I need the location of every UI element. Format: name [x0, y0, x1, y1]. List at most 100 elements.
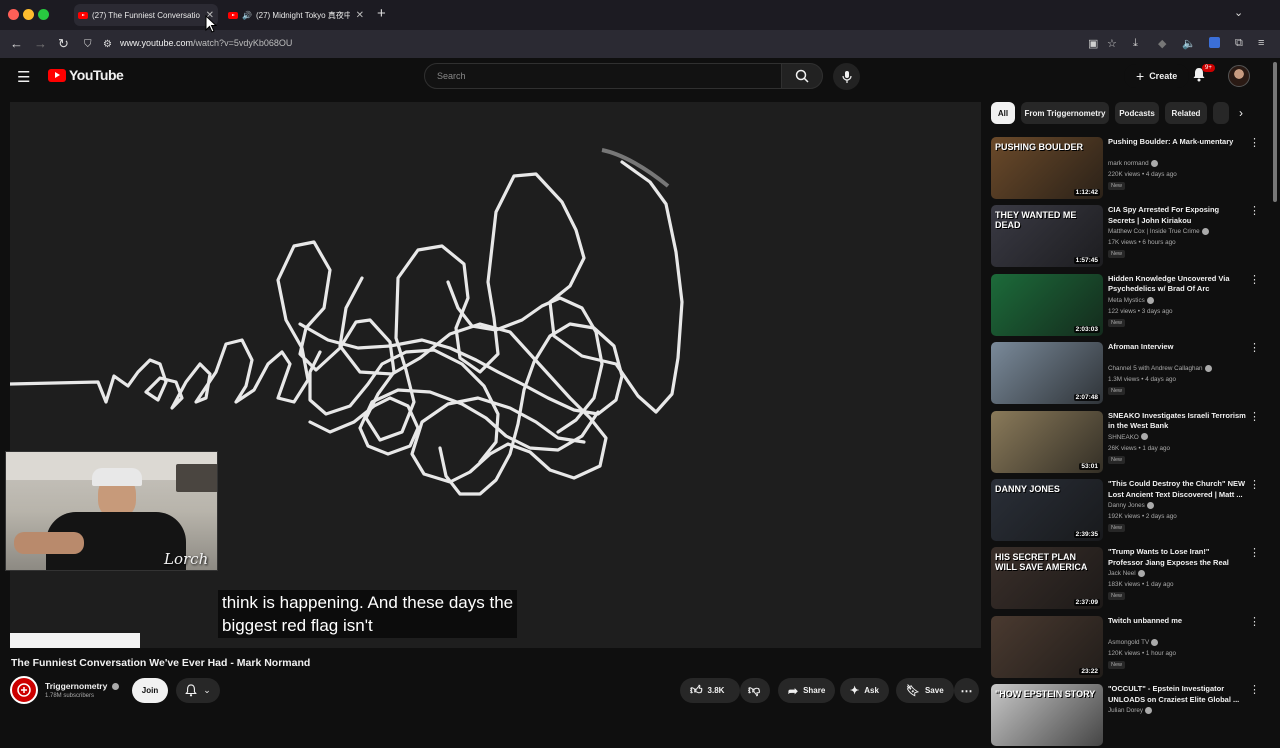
more-vertical-icon[interactable]: ⋮ — [1249, 274, 1260, 285]
voice-search-button[interactable] — [833, 63, 860, 90]
extension-blue-icon[interactable] — [1209, 37, 1220, 48]
video-thumbnail[interactable]: 2:07:48 — [991, 342, 1103, 405]
search-input[interactable]: Search — [424, 63, 782, 89]
channel-name[interactable]: Triggernometry — [45, 681, 120, 691]
browser-menu-icon[interactable]: ≡ — [1258, 37, 1264, 49]
recommendation-channel[interactable]: Jack Neel — [1108, 568, 1145, 579]
video-thumbnail[interactable]: 2:03:03 — [991, 273, 1103, 336]
tab-list-chevron-icon[interactable]: ⌄ — [1234, 6, 1243, 19]
more-vertical-icon[interactable]: ⋮ — [1249, 480, 1260, 491]
share-button[interactable]: ➦ Share — [778, 678, 836, 703]
video-duration: 2:03:03 — [1073, 325, 1100, 333]
recommendation-item[interactable]: PUSHING BOULDER 1:12:42 Pushing Boulder: A… — [991, 137, 1261, 201]
more-vertical-icon[interactable]: ⋮ — [1249, 548, 1260, 559]
minimize-window-button[interactable] — [23, 9, 34, 20]
video-thumbnail[interactable]: 23:22 — [991, 615, 1103, 678]
recommendation-channel[interactable]: Matthew Cox | Inside True Crime — [1108, 226, 1209, 237]
back-arrow-icon[interactable]: ← — [10, 36, 23, 52]
recommendation-item[interactable]: 2:03:03 Hidden Knowledge Uncovered Via Ps… — [991, 273, 1261, 338]
extensions-puzzle-icon[interactable]: ⧉ — [1235, 37, 1243, 50]
hamburger-menu-icon[interactable]: ☰ — [17, 68, 30, 86]
reload-icon[interactable]: ↻ — [58, 36, 69, 52]
recommendation-channel[interactable]: Asmongold TV — [1108, 637, 1159, 648]
video-thumbnail[interactable]: "HOW EPSTEIN STORY — [991, 684, 1103, 747]
recommendation-channel[interactable]: mark normand — [1108, 158, 1158, 169]
thumbnail-text: DANNY JONES — [995, 484, 1060, 494]
recommendation-channel[interactable]: Danny Jones — [1108, 500, 1154, 511]
recommendation-item[interactable]: 53:01 SNEAKO Investigates Israeli Terrori… — [991, 410, 1261, 475]
chevron-right-icon[interactable]: › — [1239, 106, 1243, 120]
recommendation-title[interactable]: Hidden Knowledge Uncovered Via Psychedel… — [1108, 274, 1246, 295]
recommendation-title[interactable]: "OCCULT" - Epstein Investigator UNLOADS … — [1108, 684, 1246, 705]
browser-tab-active[interactable]: (27) The Funniest Conversatio ✕ — [74, 4, 218, 26]
video-duration: 23:22 — [1079, 667, 1100, 675]
recommendation-item[interactable]: "HOW EPSTEIN STORY "OCCULT" - Epstein Inv… — [991, 684, 1261, 748]
subscribed-bell-button[interactable]: ⌄ — [176, 678, 220, 703]
recommendation-item[interactable]: HIS SECRET PLAN WILL SAVE AMERICA 2:37:09… — [991, 547, 1261, 611]
chip-related[interactable]: Related — [1165, 102, 1207, 124]
bookmark-star-icon[interactable]: ☆ — [1107, 37, 1117, 50]
address-bar[interactable]: www.youtube.com/watch?v=5vdyKb068OU — [120, 38, 292, 48]
recommendation-channel[interactable]: Channel 5 with Andrew Callaghan — [1108, 363, 1212, 374]
mute-icon[interactable]: 🔈 — [1182, 37, 1196, 50]
create-button[interactable]: + Create — [1124, 64, 1190, 88]
speaker-icon[interactable]: 🔊 — [242, 11, 252, 20]
recommendation-title[interactable]: CIA Spy Arrested For Exposing Secrets | … — [1108, 205, 1246, 226]
new-tab-button[interactable]: + — [377, 5, 386, 22]
recommendation-title[interactable]: SNEAKO Investigates Israeli Terrorism in… — [1108, 411, 1246, 432]
more-vertical-icon[interactable]: ⋮ — [1249, 343, 1260, 354]
channel-avatar[interactable] — [10, 676, 38, 704]
close-window-button[interactable] — [8, 9, 19, 20]
zoom-window-button[interactable] — [38, 9, 49, 20]
recommendation-title[interactable]: Twitch unbanned me — [1108, 616, 1246, 627]
chip-podcasts[interactable]: Podcasts — [1115, 102, 1159, 124]
picture-in-picture-icon[interactable]: ▣ — [1088, 37, 1098, 50]
video-thumbnail[interactable]: DANNY JONES 2:39:35 — [991, 479, 1103, 541]
recommendation-channel[interactable]: Meta Mystics — [1108, 295, 1154, 306]
dislike-button[interactable]: 👎︎ — [740, 678, 770, 703]
recommendation-title[interactable]: "This Could Destroy the Church" NEW Lost… — [1108, 479, 1246, 500]
recommendation-item[interactable]: DANNY JONES 2:39:35 "This Could Destroy th… — [991, 479, 1261, 543]
recommendation-channel[interactable]: SHNEAKO — [1108, 432, 1148, 443]
recommendation-item[interactable]: 2:07:48 Afroman Interview Channel 5 with A… — [991, 342, 1261, 406]
mouse-pointer-icon — [205, 15, 217, 33]
video-thumbnail[interactable]: THEY WANTED ME DEAD 1:57:45 — [991, 205, 1103, 268]
recommendation-title[interactable]: "Trump Wants to Lose Iran!" Professor Ji… — [1108, 547, 1246, 568]
more-vertical-icon[interactable]: ⋮ — [1249, 616, 1260, 627]
recommendation-item[interactable]: 23:22 Twitch unbanned me Asmongold TV 120K … — [991, 615, 1261, 680]
chip-more[interactable] — [1213, 102, 1229, 124]
recommendation-title[interactable]: Afroman Interview — [1108, 342, 1246, 353]
chevron-down-icon: ⌄ — [203, 685, 211, 695]
more-vertical-icon[interactable]: ⋮ — [1249, 411, 1260, 422]
youtube-logo[interactable]: YouTube — [48, 67, 124, 83]
download-icon[interactable]: ⤓ — [1133, 37, 1138, 50]
youtube-favicon-icon — [228, 11, 238, 19]
more-vertical-icon[interactable]: ⋮ — [1249, 685, 1260, 696]
save-button[interactable]: 🔖︎ Save — [896, 678, 954, 703]
more-vertical-icon[interactable]: ⋮ — [1249, 138, 1260, 149]
more-actions-button[interactable]: ⋯ — [954, 678, 979, 703]
search-button[interactable] — [781, 63, 823, 89]
chip-all[interactable]: All — [991, 102, 1015, 124]
recommendation-channel[interactable]: Julian Dorey — [1108, 705, 1152, 716]
video-thumbnail[interactable]: HIS SECRET PLAN WILL SAVE AMERICA 2:37:09 — [991, 547, 1103, 610]
chip-from-channel[interactable]: From Triggernometry — [1021, 102, 1109, 124]
recommendation-title[interactable]: Pushing Boulder: A Mark-umentary — [1108, 137, 1246, 148]
video-thumbnail[interactable]: PUSHING BOULDER 1:12:42 — [991, 137, 1103, 199]
extension-icon[interactable]: ◆ — [1158, 37, 1166, 50]
forward-arrow-icon[interactable]: → — [34, 36, 47, 52]
join-button[interactable]: Join — [132, 678, 168, 703]
recommendation-item[interactable]: THEY WANTED ME DEAD 1:57:45 CIA Spy Arrest… — [991, 205, 1261, 269]
video-thumbnail[interactable]: 53:01 — [991, 410, 1103, 473]
more-vertical-icon[interactable]: ⋮ — [1249, 206, 1260, 217]
tab-close-icon[interactable]: ✕ — [356, 10, 364, 21]
shield-icon[interactable]: ⛉ — [84, 37, 92, 53]
recommendation-views: 26K views • 1 day ago — [1108, 444, 1171, 452]
browser-tab[interactable]: 🔊 (27) Midnight Tokyo 真夜中 ✕ — [224, 4, 368, 26]
page-scrollbar[interactable] — [1273, 62, 1277, 202]
like-button[interactable]: 👍︎ 3.8K — [680, 678, 740, 703]
ask-button[interactable]: ✦ Ask — [840, 678, 889, 703]
channel-text: Asmongold TV — [1108, 638, 1150, 646]
user-avatar[interactable] — [1228, 65, 1250, 87]
site-settings-icon[interactable]: ⚙ — [103, 37, 112, 53]
